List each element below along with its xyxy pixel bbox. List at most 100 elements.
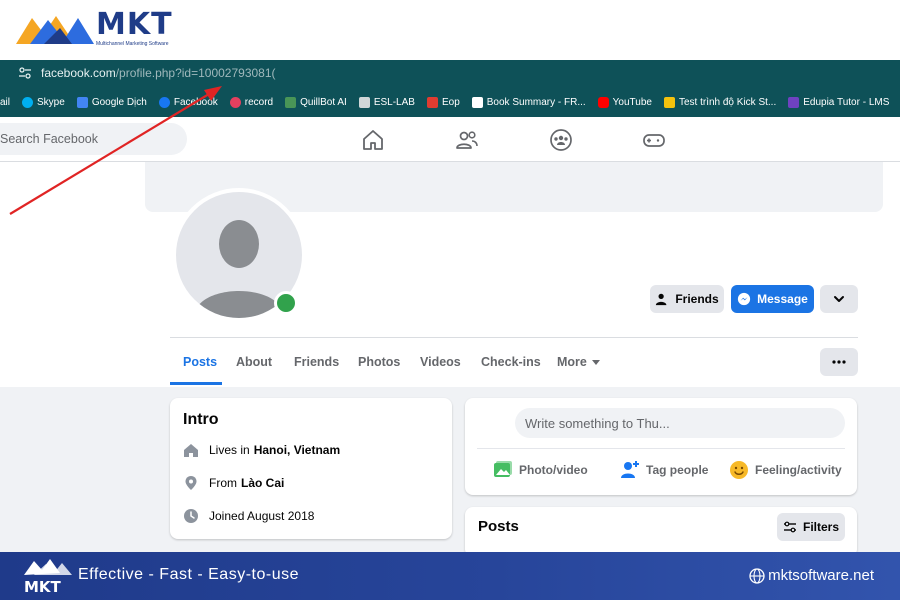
filters-button[interactable]: Filters	[777, 513, 845, 541]
tab-friends[interactable]: Friends	[294, 355, 339, 369]
esl-lab-icon	[358, 96, 370, 108]
bookmark-label: record	[244, 96, 274, 108]
checkbox-icon	[471, 96, 483, 108]
search-input[interactable]: Search Facebook	[0, 123, 187, 155]
bookmark-label: QuillBot AI	[300, 96, 347, 108]
home-icon	[184, 444, 198, 457]
footer-tagline: Effective - Fast - Easy-to-use	[78, 566, 299, 583]
tag-people-button[interactable]: Tag people	[620, 460, 708, 480]
bookmark-item[interactable]: Facebook	[158, 96, 218, 108]
bookmarks-bar: ail Skype Google Dịch Facebook record Qu…	[0, 87, 900, 117]
bookmark-label: Google Dịch	[91, 96, 147, 108]
chevron-down-icon	[834, 296, 844, 302]
bookmark-item[interactable]: Test trình độ Kick St...	[663, 96, 777, 108]
feeling-activity-label: Feeling/activity	[755, 463, 842, 477]
lives-value[interactable]: Hanoi, Vietnam	[254, 443, 340, 457]
groups-icon[interactable]	[549, 128, 573, 152]
skype-icon	[22, 96, 34, 108]
message-button[interactable]: Message	[731, 285, 814, 313]
quillbot-icon	[285, 96, 297, 108]
bookmark-label: ESL-LAB	[373, 96, 415, 108]
site-settings-icon[interactable]	[18, 66, 32, 80]
tab-posts[interactable]: Posts	[183, 355, 217, 369]
kickstart-icon	[663, 96, 675, 108]
bookmark-label: YouTube	[612, 96, 652, 108]
tag-people-icon	[621, 461, 639, 478]
footer-website[interactable]: mktsoftware.net	[749, 567, 874, 584]
lives-prefix: Lives in	[209, 443, 250, 457]
bookmark-item[interactable]: YouTube	[597, 96, 652, 108]
intro-card: Intro Lives in Hanoi, Vietnam From Lào Cai…	[170, 398, 452, 539]
bookmark-item[interactable]: Google Dịch	[76, 96, 147, 108]
more-options-button[interactable]	[820, 285, 858, 313]
friends-icon[interactable]	[455, 128, 479, 152]
mkt-logo: MKT Multichannel Marketing Software	[14, 10, 173, 52]
bookmark-item[interactable]: QuillBot AI	[285, 96, 347, 108]
intro-lives-in: Lives in Hanoi, Vietnam	[183, 442, 340, 458]
home-icon[interactable]	[361, 128, 385, 152]
gaming-icon[interactable]	[642, 128, 666, 152]
footer-site-text: mktsoftware.net	[768, 567, 874, 584]
tab-videos[interactable]: Videos	[420, 355, 461, 369]
bookmark-label: ail	[0, 96, 11, 108]
active-tab-indicator	[170, 382, 222, 385]
photo-video-button[interactable]: Photo/video	[493, 460, 588, 480]
location-pin-icon	[185, 476, 197, 490]
ellipsis-icon	[832, 360, 846, 364]
tabs-divider	[170, 337, 858, 338]
from-prefix: From	[209, 476, 237, 490]
url-domain: facebook.com	[41, 66, 116, 80]
url-text[interactable]: facebook.com/profile.php?id=10002793081(	[41, 66, 276, 80]
posts-title: Posts	[478, 518, 519, 535]
composer-card: Write something to Thu... Photo/video Ta…	[465, 398, 857, 495]
address-bar[interactable]: facebook.com/profile.php?id=10002793081(	[0, 60, 900, 87]
tag-people-label: Tag people	[646, 463, 709, 477]
tab-more[interactable]: More	[557, 355, 600, 369]
bookmark-item[interactable]: ESL-LAB	[358, 96, 415, 108]
intro-joined: Joined August 2018	[183, 508, 314, 524]
filters-label: Filters	[802, 520, 839, 534]
tabs-more-button[interactable]	[820, 348, 858, 376]
profile-header: Friends Message Posts About Friends Phot…	[0, 162, 900, 387]
online-status-dot	[274, 291, 298, 315]
footer-logo-text: MKT	[24, 578, 62, 596]
friends-button-label: Friends	[675, 292, 719, 306]
composer-placeholder: Write something to Thu...	[525, 416, 670, 431]
brand-sub: Multichannel Marketing Software	[96, 41, 169, 47]
photo-video-label: Photo/video	[519, 463, 588, 477]
search-placeholder: Search Facebook	[0, 132, 98, 146]
friends-button[interactable]: Friends	[650, 285, 724, 313]
brand-strip: MKT Multichannel Marketing Software	[0, 0, 900, 60]
bookmark-item[interactable]: ail	[0, 97, 10, 108]
bookmark-item[interactable]: Book Summary - FR...	[471, 96, 586, 108]
bookmark-label: Eop	[441, 96, 460, 108]
person-check-icon	[656, 293, 667, 306]
posts-card: Posts Filters	[465, 507, 857, 557]
url-path: /profile.php?id=10002793081(	[115, 66, 276, 80]
messenger-icon	[738, 292, 751, 306]
bookmark-item[interactable]: Edupia Tutor - LMS	[788, 96, 889, 108]
youtube-icon	[597, 96, 609, 108]
bookmark-item[interactable]: Eop	[426, 96, 460, 108]
filter-sliders-icon	[783, 521, 796, 533]
edupia-icon	[788, 96, 800, 108]
composer-input[interactable]: Write something to Thu...	[515, 408, 845, 438]
facebook-icon	[158, 96, 170, 108]
clock-icon	[184, 509, 198, 523]
tab-about[interactable]: About	[236, 355, 272, 369]
bookmark-label: Skype	[37, 96, 65, 108]
tab-photos[interactable]: Photos	[358, 355, 400, 369]
tab-check-ins[interactable]: Check-ins	[481, 355, 541, 369]
joined-text: Joined August 2018	[209, 509, 315, 523]
bookmark-item[interactable]: record	[229, 96, 274, 108]
from-value[interactable]: Lào Cai	[241, 476, 284, 490]
bookmark-item[interactable]: Skype	[22, 96, 65, 108]
record-icon	[229, 96, 241, 108]
photo-icon	[494, 461, 512, 477]
bookmark-label: Test trình độ Kick St...	[678, 96, 777, 108]
smiley-icon	[730, 461, 748, 479]
brand-name: MKT	[96, 7, 173, 42]
feeling-activity-button[interactable]: Feeling/activity	[729, 460, 842, 480]
footer-banner: MKT Effective - Fast - Easy-to-use mktso…	[0, 552, 900, 600]
bookmark-label: Book Summary - FR...	[486, 96, 586, 108]
